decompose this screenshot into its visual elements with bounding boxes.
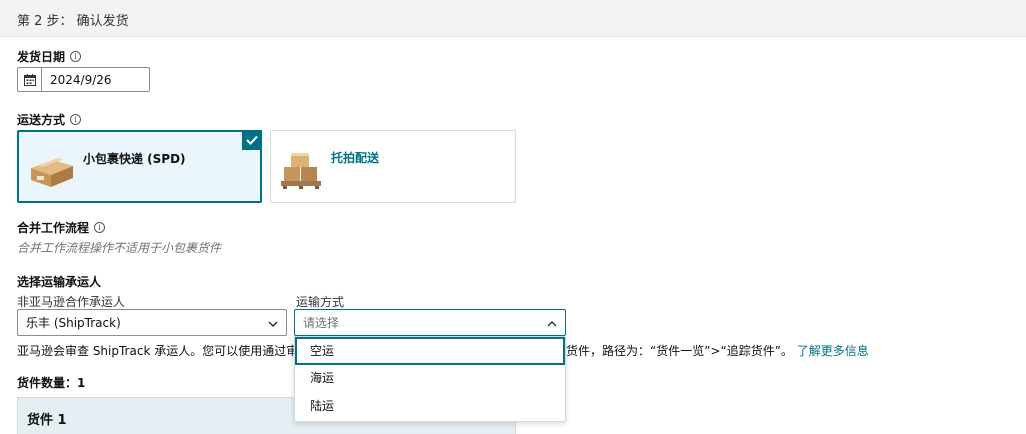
spd-label: 小包裹快递 (SPD): [83, 152, 186, 166]
info-icon[interactable]: i: [70, 114, 82, 125]
ship-date-field[interactable]: 2024/9/26: [17, 67, 150, 92]
transport-mode-placeholder: 请选择: [303, 316, 340, 330]
merge-workflow-label: 合并工作流程 i: [17, 219, 106, 236]
learn-more-link[interactable]: 了解更多信息: [797, 344, 869, 358]
merge-workflow-hint: 合并工作流程操作不适用于小包裹货件: [17, 241, 222, 255]
non-partner-carrier-select[interactable]: 乐丰 (ShipTrack): [17, 309, 287, 336]
chevron-up-icon: [547, 316, 557, 330]
carrier-select-value: 乐丰 (ShipTrack): [26, 316, 121, 330]
checkmark-icon: [242, 130, 262, 150]
step-header: 第 2 步： 确认发货: [0, 0, 1026, 37]
dropdown-option-air[interactable]: 空运: [295, 337, 565, 365]
shiptrack-notice: 亚马逊会审查 ShipTrack 承运人。您可以使用通过审查: [17, 344, 311, 358]
ship-date-value: 2024/9/26: [50, 72, 112, 87]
info-icon[interactable]: i: [94, 222, 106, 233]
shipping-method-label: 运送方式 i: [17, 111, 82, 128]
transport-mode-dropdown: 空运 海运 陆运: [294, 336, 566, 422]
transport-mode-label: 运输方式: [296, 295, 345, 309]
shipping-option-spd[interactable]: 小包裹快递 (SPD): [17, 130, 262, 203]
chevron-down-icon: [268, 316, 278, 330]
dropdown-option-sea[interactable]: 海运: [295, 365, 565, 393]
ship-date-label: 发货日期 i: [17, 48, 82, 65]
small-parcel-box-icon: [27, 146, 77, 193]
shipment-count: 货件数量：1: [17, 376, 86, 390]
dropdown-option-land[interactable]: 陆运: [295, 393, 565, 421]
shiptrack-notice-cont: 货件，路径为：“货件一览”>“追踪货件”。 了解更多信息: [566, 344, 869, 358]
non-partner-carrier-label: 非亚马逊合作承运人: [17, 295, 126, 309]
transport-mode-select[interactable]: 请选择: [294, 309, 566, 336]
shipping-option-pallet[interactable]: 托拍配送: [270, 130, 516, 203]
info-icon[interactable]: i: [70, 51, 82, 62]
calendar-icon[interactable]: [18, 68, 42, 91]
carrier-section-label: 选择运输承运人: [17, 275, 102, 289]
pallet-boxes-icon: [279, 145, 325, 194]
pallet-label: 托拍配送: [331, 151, 380, 165]
